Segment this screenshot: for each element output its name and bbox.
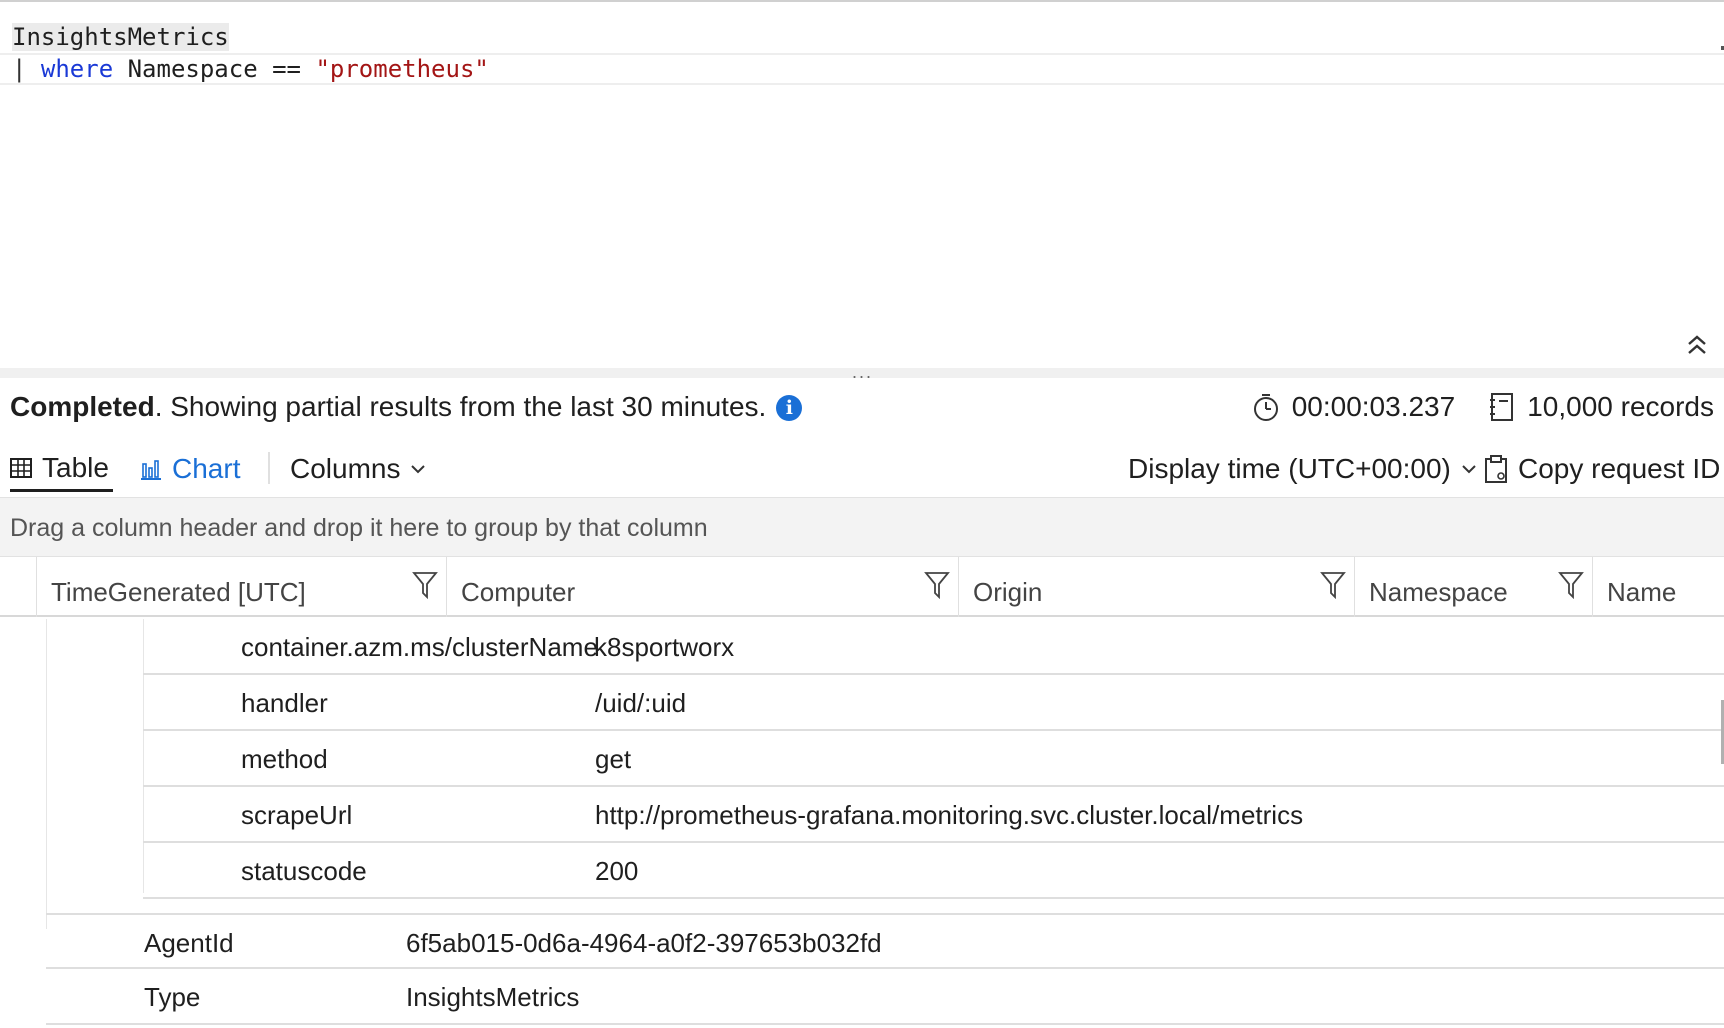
query-status: Completed. Showing partial results from … xyxy=(10,390,803,424)
tag-key: method xyxy=(241,744,328,774)
group-by-drop-zone[interactable]: Drag a column header and drop it here to… xyxy=(0,497,1724,557)
property-value: InsightsMetrics xyxy=(406,982,580,1012)
chevron-down-icon xyxy=(411,465,426,474)
tag-row: container.azm.ms/clusterName k8sportworx xyxy=(143,619,1724,675)
property-value: 6f5ab015-0d6a-4964-a0f2-397653b032fd xyxy=(406,928,882,958)
tag-row: method get xyxy=(143,731,1724,787)
records-icon xyxy=(1490,393,1514,421)
chevron-down-icon xyxy=(1462,465,1476,474)
info-icon[interactable]: i xyxy=(776,395,803,421)
pipe-token: | xyxy=(12,55,41,83)
field-token: Namespace == xyxy=(113,55,316,83)
status-state: Completed xyxy=(10,391,155,422)
column-header-label: Origin xyxy=(973,577,1043,607)
results-toolbar: Table Chart Columns Display time (UTC+00… xyxy=(0,446,1724,492)
table-token: InsightsMetrics xyxy=(12,23,229,51)
keyword-token: where xyxy=(40,55,114,83)
property-row: AgentId 6f5ab015-0d6a-4964-a0f2-397653b0… xyxy=(46,913,1724,969)
collapse-up-icon xyxy=(1688,335,1706,354)
column-header-label: Namespace xyxy=(1369,577,1508,607)
tag-key: handler xyxy=(241,688,328,718)
property-row: Type InsightsMetrics xyxy=(46,969,1724,1025)
expand-column-header xyxy=(0,557,36,617)
tab-chart-label: Chart xyxy=(172,453,241,484)
property-key: Type xyxy=(144,982,201,1012)
status-metrics: 00:00:03.237 10,000 records xyxy=(1252,390,1714,424)
tab-chart[interactable]: Chart xyxy=(140,446,240,492)
results-grid-header: TimeGenerated [UTC] Computer Origin Name… xyxy=(0,557,1724,617)
duration-indicator: 00:00:03.237 xyxy=(1252,390,1456,424)
expanded-record-details: container.azm.ms/clusterName k8sportworx… xyxy=(0,619,1724,1028)
collapse-editor-button[interactable] xyxy=(1684,332,1710,358)
string-token: "prometheus" xyxy=(315,55,489,83)
copy-request-id-label: Copy request ID xyxy=(1518,453,1721,484)
tag-row: scrapeUrl http://prometheus-grafana.moni… xyxy=(143,787,1724,843)
tag-value: /uid/:uid xyxy=(595,688,687,718)
column-header-label: TimeGenerated [UTC] xyxy=(51,577,306,607)
property-key: AgentId xyxy=(144,928,234,958)
tag-value: k8sportworx xyxy=(594,632,735,662)
column-header-label: Name xyxy=(1607,577,1677,607)
duration-value: 00:00:03.237 xyxy=(1291,391,1456,422)
tag-key: statuscode xyxy=(241,856,367,886)
tag-key: container.azm.ms/clusterName xyxy=(241,632,598,662)
column-header-origin[interactable]: Origin xyxy=(958,557,1354,617)
stopwatch-icon xyxy=(1253,394,1278,421)
tag-row: statuscode 200 xyxy=(143,843,1724,899)
clipboard-icon xyxy=(1485,455,1507,483)
table-icon xyxy=(10,457,32,478)
column-header-namespace[interactable]: Namespace xyxy=(1354,557,1592,617)
column-header-timegenerated[interactable]: TimeGenerated [UTC] xyxy=(36,557,446,617)
columns-label: Columns xyxy=(290,453,401,484)
columns-dropdown[interactable]: Columns xyxy=(290,446,426,492)
tab-table-label: Table xyxy=(42,451,109,483)
tag-value: get xyxy=(595,744,632,774)
display-time-dropdown[interactable]: Display time (UTC+00:00) xyxy=(1128,446,1477,492)
chart-icon xyxy=(141,460,161,480)
display-time-label: Display time (UTC+00:00) xyxy=(1128,453,1451,484)
splitter-grip: ... xyxy=(852,362,874,382)
filter-icon[interactable] xyxy=(412,571,438,599)
column-header-name[interactable]: Name xyxy=(1592,557,1724,617)
code-line-1[interactable]: InsightsMetrics xyxy=(0,21,1724,53)
column-header-label: Computer xyxy=(461,577,576,607)
code-line-2[interactable]: | where Namespace == "prometheus" xyxy=(0,53,1724,85)
filter-icon[interactable] xyxy=(924,571,950,599)
toolbar-divider xyxy=(268,452,270,484)
filter-icon[interactable] xyxy=(1558,571,1584,599)
copy-request-id-button[interactable]: Copy request ID xyxy=(1484,446,1720,492)
status-message: . Showing partial results from the last … xyxy=(154,391,767,422)
records-count: 10,000 records xyxy=(1527,391,1714,422)
tag-value: 200 xyxy=(595,856,639,886)
records-indicator: 10,000 records xyxy=(1489,390,1714,424)
query-editor[interactable]: InsightsMetrics | where Namespace == "pr… xyxy=(0,0,1724,368)
tag-row: handler /uid/:uid xyxy=(143,675,1724,731)
tag-value: http://prometheus-grafana.monitoring.svc… xyxy=(595,800,1304,830)
tab-table[interactable]: Table xyxy=(10,446,113,492)
column-header-computer[interactable]: Computer xyxy=(446,557,958,617)
filter-icon[interactable] xyxy=(1320,571,1346,599)
tag-key: scrapeUrl xyxy=(241,800,353,830)
group-by-hint: Drag a column header and drop it here to… xyxy=(10,514,708,542)
